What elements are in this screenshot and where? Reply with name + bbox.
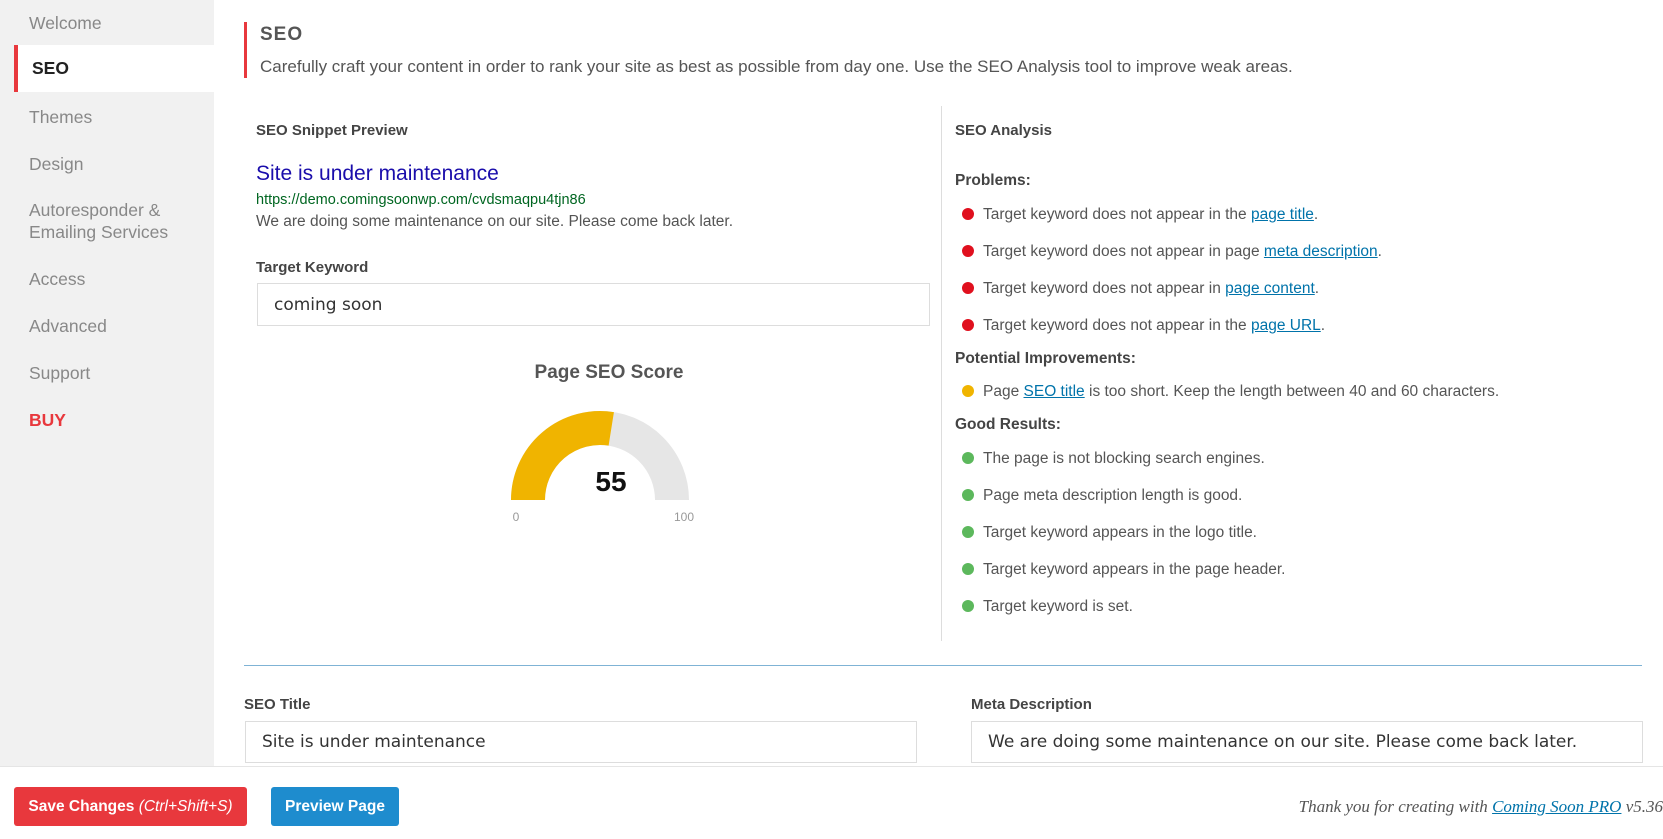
sidebar-item-welcome[interactable]: Welcome <box>14 12 214 34</box>
section-divider <box>244 665 1642 666</box>
coming-soon-pro-link[interactable]: Coming Soon PRO <box>1492 797 1621 816</box>
good-text: The page is not blocking search engines. <box>983 450 1265 467</box>
good-text: Page meta description length is good. <box>983 487 1243 504</box>
improvement-item: Page SEO title is too short. Keep the le… <box>962 383 1499 401</box>
meta-description-label: Meta Description <box>971 696 1092 713</box>
meta-description-link[interactable]: meta description <box>1264 243 1378 260</box>
good-item: Target keyword appears in the page heade… <box>962 561 1285 579</box>
problem-text: Target keyword does not appear in page <box>983 243 1264 260</box>
problem-text: Target keyword does not appear in <box>983 280 1226 297</box>
snippet-url: https://demo.comingsoonwp.com/cvdsmaqpu4… <box>256 192 586 208</box>
page-header: SEO Carefully craft your content in orde… <box>244 22 1560 78</box>
main-content: SEO Carefully craft your content in orde… <box>214 0 1663 766</box>
save-changes-button[interactable]: Save Changes (Ctrl+Shift+S) <box>14 787 247 826</box>
target-keyword-input[interactable]: coming soon <box>257 283 930 326</box>
preview-page-button[interactable]: Preview Page <box>271 787 399 826</box>
problem-text: Target keyword does not appear in the <box>983 206 1251 223</box>
sidebar: Welcome SEO Themes Design Autoresponder … <box>0 0 214 766</box>
good-text: Target keyword is set. <box>983 598 1133 615</box>
page-title: SEO <box>260 24 304 45</box>
gauge-max-label: 100 <box>674 510 694 524</box>
page-description: Carefully craft your content in order to… <box>260 57 1293 76</box>
problem-text-end: . <box>1320 317 1326 334</box>
improvements-heading: Potential Improvements: <box>955 350 1136 367</box>
problem-item: Target keyword does not appear in page c… <box>962 280 1319 298</box>
problem-text-end: . <box>1313 206 1319 223</box>
snippet-preview-heading: SEO Snippet Preview <box>256 122 408 139</box>
problem-dot-icon <box>962 319 974 331</box>
problem-item: Target keyword does not appear in the pa… <box>962 206 1318 224</box>
problem-dot-icon <box>962 245 974 257</box>
sidebar-item-autoresponder-line2: Emailing Services <box>29 222 169 242</box>
seo-score-gauge: 55 0 100 <box>511 411 694 524</box>
good-dot-icon <box>962 526 974 538</box>
snippet-description: We are doing some maintenance on our sit… <box>256 213 734 230</box>
footer-bar: Save Changes (Ctrl+Shift+S) Preview Page… <box>0 766 1663 839</box>
sidebar-item-support[interactable]: Support <box>14 362 214 384</box>
seo-title-label: SEO Title <box>244 696 311 713</box>
sidebar-item-autoresponder[interactable]: Autoresponder & Emailing Services <box>14 199 214 243</box>
improvement-text: Page <box>983 383 1024 400</box>
seo-title-input[interactable]: Site is under maintenance <box>245 721 917 763</box>
good-item: Page meta description length is good. <box>962 487 1242 505</box>
snippet-title: Site is under maintenance <box>256 162 499 185</box>
good-dot-icon <box>962 452 974 464</box>
good-results-heading: Good Results: <box>955 416 1061 433</box>
good-item: The page is not blocking search engines. <box>962 450 1265 468</box>
page-url-link[interactable]: page URL <box>1251 317 1321 334</box>
problem-dot-icon <box>962 282 974 294</box>
sidebar-item-advanced[interactable]: Advanced <box>14 315 214 337</box>
gauge-min-label: 0 <box>513 510 520 524</box>
footer-credit-text: Thank you for creating with <box>1298 797 1493 816</box>
footer-credit: Thank you for creating with Coming Soon … <box>1299 797 1663 817</box>
problem-text-end: . <box>1314 280 1320 297</box>
seo-score-title: Page SEO Score <box>534 362 684 383</box>
problem-item: Target keyword does not appear in page m… <box>962 243 1382 261</box>
save-changes-label: Save Changes <box>28 797 135 815</box>
sidebar-item-access[interactable]: Access <box>14 268 214 290</box>
meta-description-input[interactable]: We are doing some maintenance on our sit… <box>971 721 1643 763</box>
seo-title-link[interactable]: SEO title <box>1024 383 1085 400</box>
sidebar-item-autoresponder-line1: Autoresponder & <box>29 200 161 220</box>
problems-heading: Problems: <box>955 172 1031 189</box>
sidebar-item-buy[interactable]: BUY <box>14 409 214 431</box>
improvement-dot-icon <box>962 385 974 397</box>
target-keyword-label: Target Keyword <box>256 259 369 276</box>
good-dot-icon <box>962 489 974 501</box>
sidebar-item-seo[interactable]: SEO <box>14 45 214 92</box>
footer-version: v5.36 <box>1621 797 1663 816</box>
sidebar-item-themes[interactable]: Themes <box>14 106 214 128</box>
improvement-text-end: is too short. Keep the length between 40… <box>1084 383 1500 400</box>
problem-item: Target keyword does not appear in the pa… <box>962 317 1325 335</box>
page-content-link[interactable]: page content <box>1225 280 1315 297</box>
good-text: Target keyword appears in the logo title… <box>983 524 1257 541</box>
good-item: Target keyword is set. <box>962 598 1133 616</box>
good-dot-icon <box>962 600 974 612</box>
sidebar-item-design[interactable]: Design <box>14 153 214 175</box>
page-title-link[interactable]: page title <box>1251 206 1314 223</box>
good-dot-icon <box>962 563 974 575</box>
gauge-value: 55 <box>595 466 626 497</box>
save-shortcut-hint: (Ctrl+Shift+S) <box>138 797 233 815</box>
seo-analysis-heading: SEO Analysis <box>955 122 1052 139</box>
good-text: Target keyword appears in the page heade… <box>983 561 1286 578</box>
problem-text: Target keyword does not appear in the <box>983 317 1251 334</box>
problem-text-end: . <box>1377 243 1382 260</box>
problem-dot-icon <box>962 208 974 220</box>
good-item: Target keyword appears in the logo title… <box>962 524 1257 542</box>
column-divider <box>941 106 942 641</box>
